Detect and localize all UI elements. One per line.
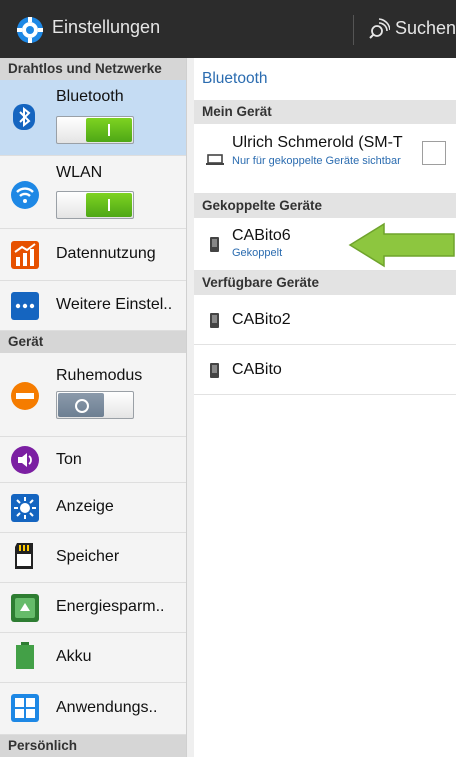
sidebar-item-sound[interactable]: Ton bbox=[0, 437, 186, 483]
sidebar-item-storage[interactable]: Speicher bbox=[0, 533, 186, 583]
sound-icon bbox=[11, 446, 39, 474]
search-button[interactable]: Suchen bbox=[395, 18, 456, 39]
my-device-header: Mein Gerät bbox=[194, 100, 456, 124]
sidebar-item-label: Weitere Einstel.. bbox=[56, 296, 173, 313]
sidebar-item-label: Ruhemodus bbox=[56, 367, 143, 384]
sidebar-item-label: Energiesparm.. bbox=[56, 598, 165, 615]
pane-divider bbox=[186, 58, 194, 757]
phone-icon bbox=[210, 313, 219, 328]
paired-device-item[interactable]: CABito6 Gekoppelt bbox=[194, 218, 456, 271]
power-saving-icon bbox=[11, 594, 39, 622]
more-icon bbox=[11, 292, 39, 320]
battery-icon bbox=[16, 642, 34, 669]
storage-icon bbox=[15, 543, 33, 569]
apps-icon bbox=[11, 694, 39, 722]
available-device-name: CABito2 bbox=[232, 311, 291, 328]
blocking-mode-toggle[interactable] bbox=[56, 391, 134, 419]
sidebar-item-display[interactable]: Anzeige bbox=[0, 483, 186, 533]
sidebar-item-wlan[interactable]: WLAN bbox=[0, 156, 186, 229]
visibility-checkbox[interactable] bbox=[422, 141, 446, 165]
phone-icon bbox=[210, 237, 219, 252]
sidebar-item-label: Datennutzung bbox=[56, 245, 156, 262]
tablet-icon bbox=[206, 154, 224, 165]
available-device-item[interactable]: CABito bbox=[194, 345, 456, 395]
sidebar-item-label: Bluetooth bbox=[56, 88, 124, 105]
visibility-status: Nur für gekoppelte Geräte sichtbar bbox=[232, 155, 401, 167]
app-title: Einstellungen bbox=[52, 17, 161, 37]
sidebar-item-more-settings[interactable]: Weitere Einstel.. bbox=[0, 281, 186, 331]
section-header-device: Gerät bbox=[0, 331, 186, 353]
display-icon bbox=[11, 494, 39, 522]
wifi-icon bbox=[11, 181, 39, 209]
actionbar-divider bbox=[353, 15, 354, 45]
sidebar-item-label: Ton bbox=[56, 451, 82, 468]
section-header-wireless: Drahtlos und Netzwerke bbox=[0, 58, 186, 80]
paired-device-name: CABito6 bbox=[232, 227, 291, 244]
bluetooth-toggle[interactable] bbox=[56, 116, 134, 144]
sidebar-item-label: Akku bbox=[56, 648, 92, 665]
paired-devices-header: Gekoppelte Geräte bbox=[194, 194, 456, 218]
pane-title: Bluetooth bbox=[202, 70, 268, 87]
section-header-personal: Persönlich bbox=[0, 735, 186, 757]
my-device-item[interactable]: Ulrich Schmerold (SM-T Nur für gekoppelt… bbox=[194, 124, 456, 194]
my-device-name: Ulrich Schmerold (SM-T bbox=[232, 134, 403, 151]
arrow-annotation-icon bbox=[348, 222, 455, 268]
sidebar-item-bluetooth[interactable]: Bluetooth bbox=[0, 80, 186, 156]
bluetooth-pane: Bluetooth Mein Gerät Ulrich Schmerold (S… bbox=[194, 58, 456, 757]
sidebar-item-application-manager[interactable]: Anwendungs.. bbox=[0, 683, 186, 735]
blocking-mode-icon bbox=[11, 382, 39, 410]
sidebar-item-power-saving[interactable]: Energiesparm.. bbox=[0, 583, 186, 633]
wlan-toggle[interactable] bbox=[56, 191, 134, 219]
sidebar-item-data-usage[interactable]: Datennutzung bbox=[0, 229, 186, 281]
available-device-name: CABito bbox=[232, 361, 282, 378]
bluetooth-icon bbox=[13, 104, 35, 130]
sidebar-item-label: WLAN bbox=[56, 164, 103, 181]
sidebar-item-battery[interactable]: Akku bbox=[0, 633, 186, 683]
search-icon[interactable] bbox=[368, 18, 390, 40]
gear-icon[interactable] bbox=[16, 16, 44, 44]
settings-list: Drahtlos und Netzwerke Bluetooth WLAN Da… bbox=[0, 58, 186, 757]
phone-icon bbox=[210, 363, 219, 378]
data-usage-icon bbox=[11, 241, 39, 269]
sidebar-item-label: Anzeige bbox=[56, 498, 114, 515]
sidebar-item-label: Speicher bbox=[56, 548, 120, 565]
action-bar: Einstellungen Suchen bbox=[0, 0, 456, 58]
sidebar-item-label: Anwendungs.. bbox=[56, 699, 158, 716]
paired-device-status: Gekoppelt bbox=[232, 247, 283, 259]
sidebar-item-blocking-mode[interactable]: Ruhemodus bbox=[0, 353, 186, 437]
available-devices-header: Verfügbare Geräte bbox=[194, 271, 456, 295]
available-device-item[interactable]: CABito2 bbox=[194, 295, 456, 345]
